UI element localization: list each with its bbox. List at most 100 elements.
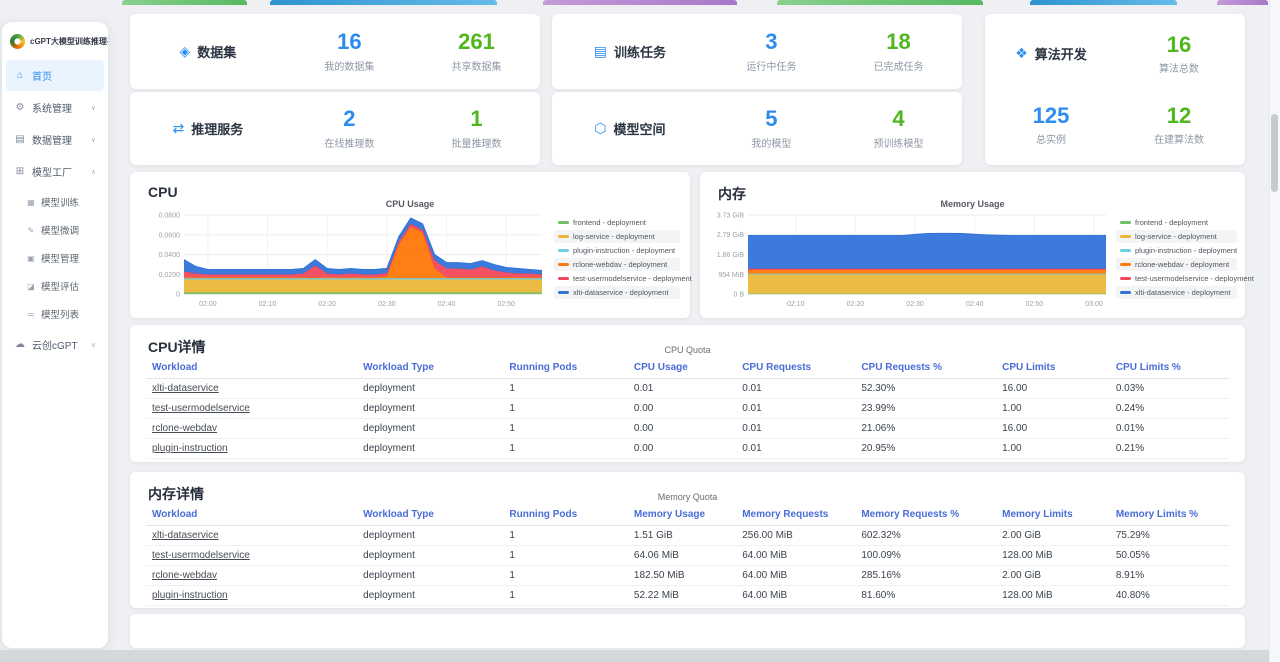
workload-link[interactable]: xlti-dataservice xyxy=(152,530,219,541)
table-row: test-usermodelservice deployment 1 0.00 0.01… xyxy=(146,398,1229,419)
stat-label: 在建算法数 xyxy=(1154,135,1204,147)
cpu-detail-panel: CPU详情 CPU Quota Workload Workload Type Run… xyxy=(130,325,1245,462)
svg-text:02:40: 02:40 xyxy=(438,301,456,308)
stat-label: 预训练模型 xyxy=(873,138,924,150)
legend-item[interactable]: rclone-webdav - deployment xyxy=(1116,258,1237,271)
svg-text:03:00: 03:00 xyxy=(1085,301,1103,308)
workload-link[interactable]: test-usermodelservice xyxy=(152,403,250,414)
column-header[interactable]: Running Pods xyxy=(503,357,628,379)
scrollbar-track[interactable] xyxy=(1269,0,1280,662)
stat-value: 16 xyxy=(1166,31,1192,57)
workload-link[interactable]: rclone-webdav xyxy=(152,570,217,581)
svg-text:0: 0 xyxy=(176,292,180,299)
stat-running-tasks: 3 运行中任务 xyxy=(708,30,835,73)
sidebar-item-0[interactable]: ⌂ 首页 xyxy=(6,60,104,91)
column-header[interactable]: CPU Requests % xyxy=(855,357,997,379)
top-card-strip xyxy=(122,0,247,5)
workload-link[interactable]: plugin-instruction xyxy=(152,590,228,601)
svg-text:02:30: 02:30 xyxy=(378,301,396,308)
workload-link[interactable]: plugin-instruction xyxy=(152,443,228,454)
table-row: plugin-instruction deployment 1 0.00 0.01 20.… xyxy=(146,438,1229,459)
legend-item[interactable]: xlti-dataservice - deployment xyxy=(554,286,680,299)
sidebar-subitem[interactable]: ◪ 模型评估 xyxy=(2,272,108,300)
factory-icon: ⊞ xyxy=(15,166,25,177)
column-header[interactable]: CPU Usage xyxy=(627,357,737,379)
sidebar-item-1[interactable]: ⚙ 系统管理 ∨ xyxy=(6,92,104,123)
top-card-strip xyxy=(543,0,737,5)
svg-text:02:20: 02:20 xyxy=(318,301,336,308)
card-datasets-title: ◈ 数据集 xyxy=(179,43,237,60)
card-datasets: ◈ 数据集 16 我的数据集 261 共享数据集 xyxy=(130,14,540,89)
cpu-panel: CPU CPU Usage 0 0.0200 0.0400 0.0600 0.0800 0… xyxy=(130,172,692,318)
column-header[interactable]: CPU Limits xyxy=(996,357,1110,379)
sidebar-subitem[interactable]: ▣ 模型管理 xyxy=(2,244,108,272)
sidebar-item-3[interactable]: ⊞ 模型工厂 ∧ xyxy=(6,156,104,187)
legend-item[interactable]: rclone-webdav - deployment xyxy=(554,258,680,271)
bottom-strip xyxy=(0,650,1280,662)
column-header[interactable]: CPU Limits % xyxy=(1109,357,1229,379)
legend-item[interactable]: plugin-instruction - deployment xyxy=(554,244,680,257)
sidebar-subitem[interactable]: ✎ 模型微调 xyxy=(2,216,108,244)
legend-item[interactable]: log-service - deployment xyxy=(554,230,680,243)
legend-swatch-icon xyxy=(558,263,569,266)
cpu-legend: frontend - deployment log-service - deplo… xyxy=(554,216,692,300)
sidebar-subitem[interactable]: ≔ 模型列表 xyxy=(2,300,108,328)
cpu-detail-title: CPU详情 xyxy=(148,339,206,355)
legend-item[interactable]: xlti-dataservice - deployment xyxy=(1116,286,1237,299)
app-title: cGPT大模型训练推理平台 xyxy=(30,37,108,46)
column-header[interactable]: CPU Requests xyxy=(736,357,856,379)
svg-text:02:00: 02:00 xyxy=(199,301,217,308)
legend-item[interactable]: frontend - deployment xyxy=(554,216,680,229)
legend-swatch-icon xyxy=(558,291,569,294)
stat-pretrained-models: 4 预训练模型 xyxy=(835,107,962,150)
stat-my-datasets: 16 我的数据集 xyxy=(286,30,413,73)
column-header[interactable]: Workload Type xyxy=(357,357,504,379)
column-header[interactable]: Running Pods xyxy=(503,504,628,526)
sidebar-item-2[interactable]: ▤ 数据管理 ∨ xyxy=(6,124,104,155)
stat-label: 算法总数 xyxy=(1159,63,1199,75)
cpu-section-title: CPU xyxy=(148,184,178,200)
stat-value: 1 xyxy=(470,106,483,132)
table-row: xlti-dataservice deployment 1 0.01 0.01 52.30… xyxy=(146,378,1229,399)
legend-item[interactable]: test-usermodelservice - deployment xyxy=(1116,272,1254,285)
memory-detail-panel: 内存详情 Memory Quota Workload Workload Type R… xyxy=(130,472,1245,608)
sidebar-item-4[interactable]: ☁ 云创cGPT ∨ xyxy=(6,329,104,360)
sidebar-subitem[interactable]: ▦ 模型训练 xyxy=(2,188,108,216)
stat-total-algorithms: 16 算法总数 xyxy=(1159,31,1199,75)
eval-icon: ◪ xyxy=(27,281,35,291)
legend-item[interactable]: plugin-instruction - deployment xyxy=(1116,244,1237,257)
stat-online-inference: 2 在线推理数 xyxy=(286,107,413,150)
column-header[interactable]: Memory Requests xyxy=(736,504,856,526)
column-header[interactable]: Memory Limits xyxy=(996,504,1110,526)
top-card-strip xyxy=(1217,0,1268,5)
workload-link[interactable]: xlti-dataservice xyxy=(152,383,219,394)
legend-item[interactable]: frontend - deployment xyxy=(1116,216,1237,229)
top-card-strip xyxy=(1030,0,1177,5)
workload-link[interactable]: test-usermodelservice xyxy=(152,550,250,561)
legend-swatch-icon xyxy=(558,221,569,224)
column-header[interactable]: Memory Usage xyxy=(627,504,737,526)
column-header[interactable]: Workload xyxy=(146,357,358,379)
legend-item[interactable]: log-service - deployment xyxy=(1116,230,1237,243)
cpu-table-caption: CPU Quota xyxy=(664,345,711,355)
memory-chart: 0 B 954 MiB 1.86 GiB 2.79 GiB 3.73 GiB 02:10 0… xyxy=(717,213,1106,308)
workload-link[interactable]: rclone-webdav xyxy=(152,423,217,434)
column-header[interactable]: Memory Requests % xyxy=(855,504,997,526)
legend-swatch-icon xyxy=(1120,249,1131,252)
column-header[interactable]: Memory Limits % xyxy=(1109,504,1229,526)
stat-value: 261 xyxy=(458,29,495,55)
sidebar: cGPT大模型训练推理平台 ⌂首页⚙系统管理∨▤数据管理∨⊞模型工厂∧▦模型训练… xyxy=(2,22,108,648)
column-header[interactable]: Workload Type xyxy=(357,504,504,526)
card-inference-title: ⇄ 推理服务 xyxy=(172,120,244,137)
legend-item[interactable]: test-usermodelservice - deployment xyxy=(554,272,692,285)
svg-text:02:20: 02:20 xyxy=(847,301,865,308)
table-row: plugin-instruction deployment 1 52.22 MiB 64… xyxy=(146,585,1229,606)
svg-text:954 MiB: 954 MiB xyxy=(718,272,744,279)
card-algorithm-dev: ❖ 算法开发 16 算法总数 125 总实例 12 在建算法数 xyxy=(985,14,1245,165)
home-icon: ⌂ xyxy=(16,70,24,81)
scrollbar-thumb[interactable] xyxy=(1271,114,1278,192)
stat-my-models: 5 我的模型 xyxy=(708,107,835,150)
stat-total-instances: 125 总实例 xyxy=(1033,103,1070,146)
column-header[interactable]: Workload xyxy=(146,504,358,526)
card-training-title: ▤ 训练任务 xyxy=(593,43,667,60)
